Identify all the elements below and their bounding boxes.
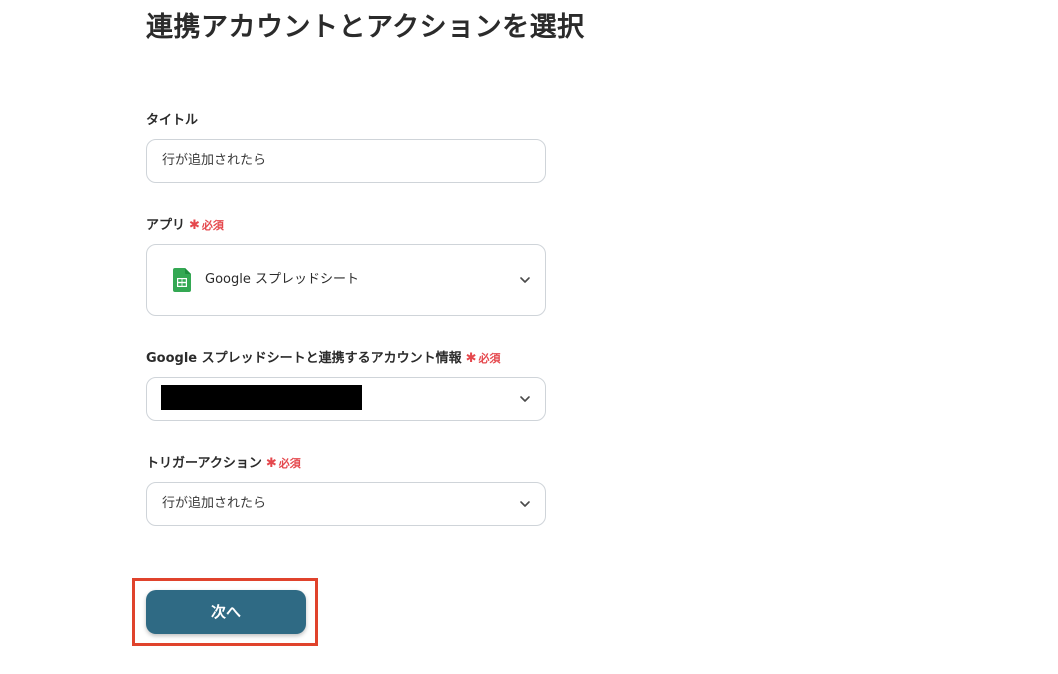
- trigger-action-value: 行が追加されたら: [162, 496, 267, 511]
- trigger-field-label-text: トリガーアクション: [146, 456, 262, 471]
- required-badge: ✱ 必須: [465, 351, 501, 366]
- chevron-down-icon: [520, 501, 530, 507]
- title-input[interactable]: 行が追加されたら: [146, 139, 546, 183]
- required-asterisk-icon: ✱: [265, 456, 277, 471]
- next-button[interactable]: 次へ: [146, 590, 306, 634]
- app-field-label-text: アプリ: [146, 218, 186, 233]
- app-select-value: Google スプレッドシート: [205, 272, 359, 287]
- required-asterisk-icon: ✱: [465, 351, 477, 366]
- title-field-label: タイトル: [146, 111, 198, 131]
- page-title: 連携アカウントとアクションを選択: [146, 12, 585, 43]
- trigger-action-select[interactable]: 行が追加されたら: [146, 482, 546, 526]
- required-text: 必須: [201, 219, 224, 232]
- app-field-label: アプリ ✱ 必須: [146, 216, 224, 236]
- chevron-down-icon: [520, 277, 530, 283]
- required-badge: ✱ 必須: [189, 218, 224, 233]
- trigger-field-label: トリガーアクション ✱ 必須: [146, 454, 301, 474]
- required-badge: ✱ 必須: [265, 456, 301, 471]
- app-select[interactable]: Google スプレッドシート: [146, 244, 546, 316]
- required-text: 必須: [278, 457, 301, 470]
- chevron-down-icon: [520, 396, 530, 402]
- title-field-label-text: タイトル: [146, 113, 199, 128]
- required-text: 必須: [478, 352, 501, 365]
- title-input-value: 行が追加されたら: [162, 153, 267, 168]
- account-field-label-text: Google スプレッドシートと連携するアカウント情報: [146, 351, 462, 366]
- account-field-label: Google スプレッドシートと連携するアカウント情報 ✱ 必須: [146, 349, 501, 369]
- redacted-account-value: [161, 385, 362, 410]
- required-asterisk-icon: ✱: [189, 218, 200, 233]
- account-select[interactable]: [146, 377, 546, 421]
- page: 連携アカウントとアクションを選択 タイトル 行が追加されたら アプリ ✱ 必須 Go…: [0, 0, 1058, 674]
- google-sheets-icon: [173, 268, 191, 292]
